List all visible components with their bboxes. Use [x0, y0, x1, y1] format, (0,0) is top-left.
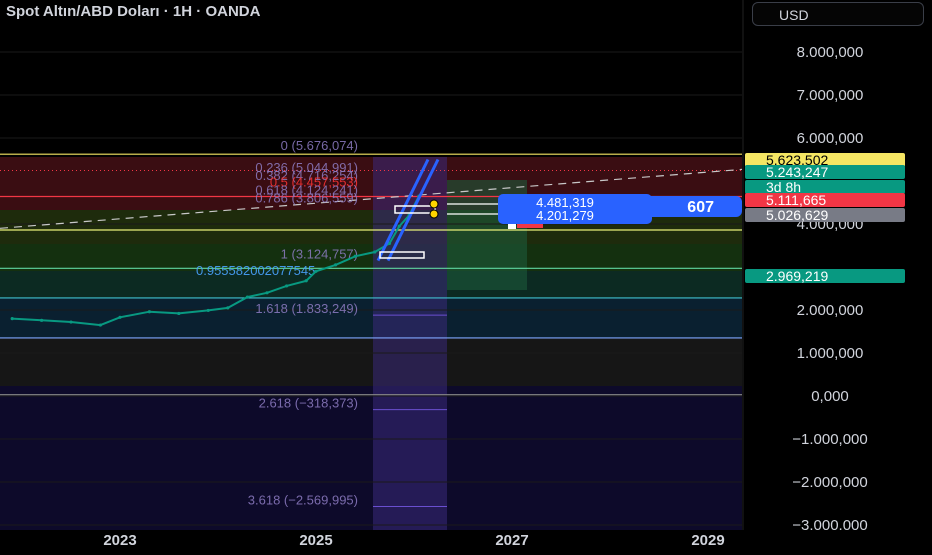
price-point [40, 318, 44, 322]
price-label: 5.111,665 [766, 192, 826, 208]
x-axis-bg [0, 530, 932, 550]
y-tick-label: 7.000,000 [797, 87, 864, 104]
price-point [98, 323, 102, 327]
anchor-point [429, 199, 439, 209]
price-point [206, 308, 210, 313]
small-marker [517, 224, 543, 228]
price-label: 5.026,629 [766, 207, 828, 223]
y-tick-label: 8.000,000 [797, 44, 864, 61]
info-box-tail-text: 607 [687, 199, 714, 216]
fib-zone-band [0, 244, 742, 271]
info-box-line2: 4.201,279 [536, 208, 594, 223]
price-point [285, 284, 289, 288]
price-point [397, 224, 401, 228]
fib-level-label: 3.618 (−2.569,995) [248, 493, 358, 508]
price-point [245, 295, 249, 299]
y-tick-label: 2.000,000 [797, 302, 864, 319]
fib-zone-band [0, 338, 742, 386]
price-chart[interactable]: 0 (5.676,074)0.236 (5.044,991)0.382 (4.7… [0, 0, 932, 550]
fib-level-label: 0 (5.676,074) [281, 138, 358, 153]
x-tick-label: 2023 [103, 532, 136, 549]
price-label: 2.969,219 [766, 268, 828, 284]
price-point [314, 269, 318, 273]
y-tick-label: 6.000,000 [797, 130, 864, 147]
x-tick-label: 2025 [299, 532, 332, 549]
price-point [147, 310, 151, 314]
price-point [334, 263, 338, 267]
fib-annotation-text: 0.955582002077545 [196, 263, 315, 278]
anchor-point [429, 209, 439, 219]
price-point [69, 320, 73, 324]
fib-level-label: 1.618 (1.833,249) [255, 301, 358, 316]
price-label: 5.243,247 [766, 164, 828, 180]
price-point [373, 250, 377, 254]
y-tick-label: 0,000 [811, 388, 849, 405]
fib-level-label: 0.786 (3.806,559) [255, 191, 358, 206]
fib-zone-band [0, 271, 742, 298]
price-point [177, 311, 181, 316]
chart-stage: 0 (5.676,074) 0.236 (5.044,991) 0.382 (4.7… [0, 0, 932, 550]
y-tick-label: −2.000,000 [792, 474, 868, 491]
price-point [265, 291, 269, 295]
y-tick-label: 1.000,000 [797, 345, 864, 362]
price-point [353, 254, 357, 258]
small-marker [508, 224, 516, 229]
x-tick-label: 2029 [691, 532, 724, 549]
chart-title: Spot Altın/ABD Doları · 1H · OANDA [6, 3, 261, 20]
fib-zone-band [0, 386, 742, 530]
price-point [304, 279, 308, 283]
y-tick-label: −1.000,000 [792, 431, 868, 448]
fib-level-label: 2.618 (−318,373) [259, 396, 358, 411]
price-point [10, 317, 14, 321]
currency-selector-button[interactable]: USD [752, 2, 924, 26]
price-point [118, 315, 122, 319]
fib-zone-band [0, 298, 742, 338]
price-point [226, 306, 230, 310]
x-tick-label: 2027 [495, 532, 528, 549]
